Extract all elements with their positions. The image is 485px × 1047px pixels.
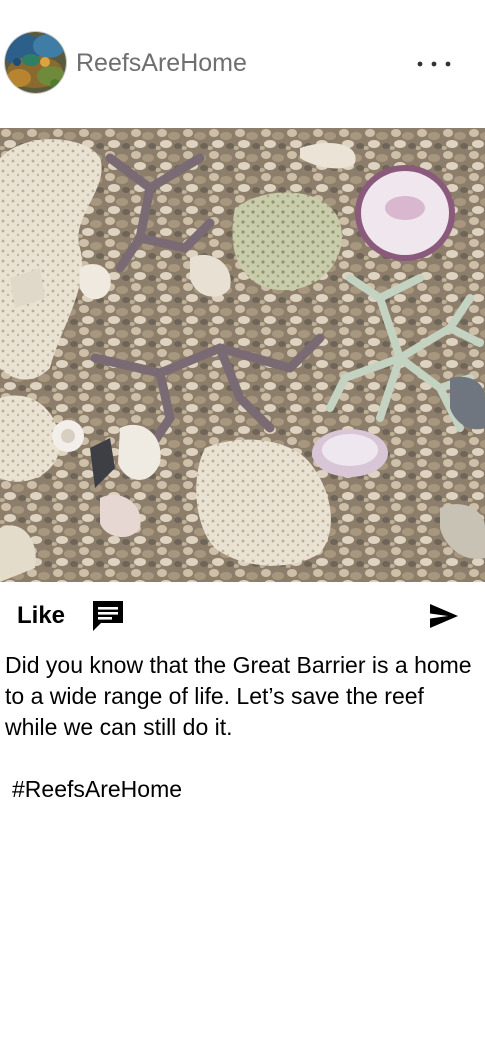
comment-icon bbox=[93, 601, 123, 631]
comment-button[interactable] bbox=[90, 598, 126, 634]
hashtag-link[interactable]: #ReefsAreHome bbox=[5, 774, 475, 805]
username[interactable]: ReefsAreHome bbox=[76, 48, 247, 78]
share-button[interactable] bbox=[428, 602, 460, 630]
post-header: ReefsAreHome bbox=[0, 0, 485, 128]
avatar[interactable] bbox=[5, 32, 66, 93]
like-button[interactable]: Like bbox=[17, 601, 65, 631]
send-icon bbox=[430, 604, 458, 628]
more-horizontal-icon bbox=[417, 61, 451, 67]
more-options-button[interactable] bbox=[410, 44, 454, 84]
caption-text: Did you know that the Great Barrier is a… bbox=[5, 652, 472, 740]
reef-avatar-icon bbox=[5, 32, 66, 93]
post-image[interactable] bbox=[0, 128, 485, 582]
post-caption: Did you know that the Great Barrier is a… bbox=[5, 650, 475, 805]
post-actions: Like bbox=[0, 590, 485, 640]
coral-rubble-photo-icon bbox=[0, 128, 485, 582]
